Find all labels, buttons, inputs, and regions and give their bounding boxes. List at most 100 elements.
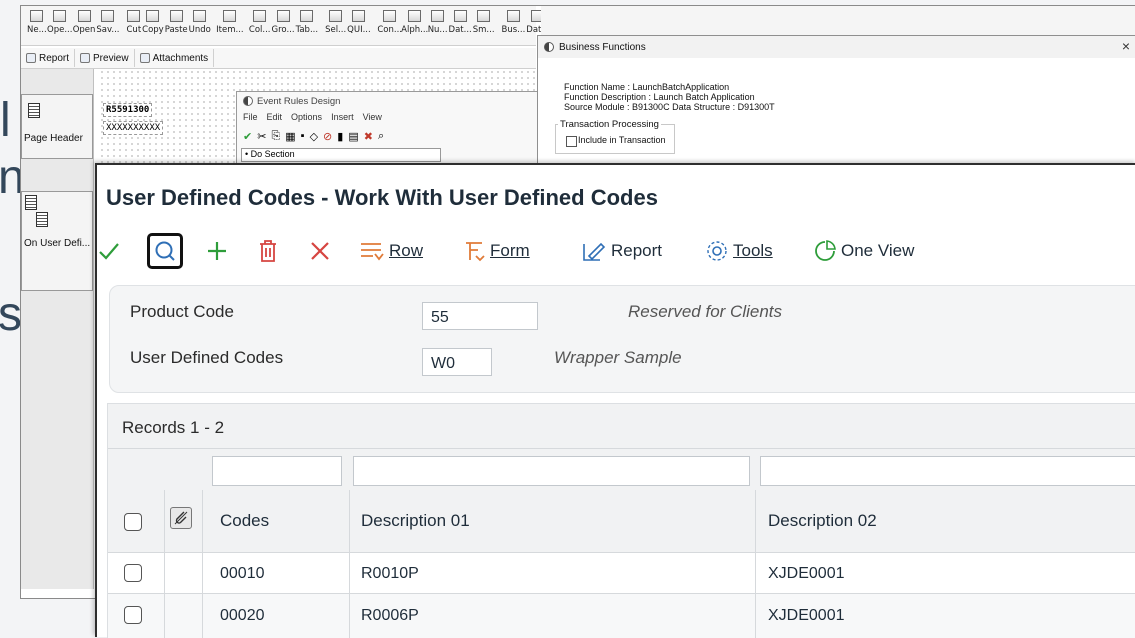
qbe-codes-filter[interactable]	[212, 456, 342, 486]
delete-button[interactable]	[257, 231, 279, 271]
toolbar-button[interactable]: Gro...	[272, 6, 295, 44]
cut-icon[interactable]: ✂	[257, 130, 266, 143]
qbe-description01-filter[interactable]	[353, 456, 750, 486]
menu-view[interactable]: View	[363, 112, 382, 126]
toolbar-button-label: Sel...	[325, 25, 347, 35]
attachments-icon	[139, 53, 150, 63]
one-view-menu[interactable]: One View	[813, 231, 914, 271]
include-transaction-checkbox[interactable]	[566, 136, 577, 147]
product-code-description: Reserved for Clients	[628, 302, 783, 321]
toolbar-button[interactable]: Ope...	[47, 6, 73, 44]
form-menu[interactable]: Form	[462, 231, 530, 271]
section-dropdown[interactable]: • Do Section	[241, 148, 441, 162]
find-button-frame	[147, 233, 183, 269]
tab-attachments[interactable]: Attachments	[135, 49, 215, 67]
search-icon[interactable]: ⌕	[378, 130, 384, 143]
toolbar-button-label: Alph...	[401, 25, 429, 35]
row-checkbox[interactable]	[124, 564, 142, 582]
toolbar-button[interactable]: Sm...	[473, 6, 495, 44]
menu-edit[interactable]: Edit	[267, 112, 283, 126]
tab-label: Attachments	[152, 52, 209, 64]
toolbar-button[interactable]: QUI...	[347, 6, 371, 44]
preview-icon	[80, 53, 91, 63]
row-menu[interactable]: Row	[359, 231, 423, 271]
row-checkbox[interactable]	[124, 606, 142, 624]
toolbar-button[interactable]: Ne...	[27, 6, 47, 44]
paste-icon[interactable]: ▦	[285, 130, 295, 143]
toolbar-button[interactable]: Bus...	[502, 6, 525, 44]
form-menu-icon	[466, 242, 485, 262]
toolbar-button[interactable]: Tab...	[296, 6, 318, 44]
toolbar-button-label: Ope...	[47, 25, 73, 35]
disable-icon[interactable]: ⊘	[323, 130, 332, 143]
qbe-description02-filter[interactable]	[760, 456, 1135, 486]
business-functions-titlebar: Business Functions ×	[538, 36, 1135, 58]
print-icon[interactable]: ▤	[348, 130, 358, 143]
cell-description01: R0010P	[361, 565, 419, 582]
column-header-description02[interactable]: Description 02	[768, 511, 877, 531]
slide-letter: l	[0, 94, 11, 147]
toolbar-button[interactable]: Nu...	[428, 6, 448, 44]
open-icon	[77, 10, 91, 22]
copy-icon[interactable]: ⎘	[271, 130, 280, 143]
toolbar-button-label: Gro...	[271, 25, 295, 35]
column-header-description01[interactable]: Description 01	[361, 511, 470, 531]
placeholder-field[interactable]: XXXXXXXXXX	[103, 121, 164, 135]
check-icon[interactable]: ✔	[243, 130, 252, 143]
find-button[interactable]	[147, 231, 183, 271]
attachment-column-header[interactable]	[170, 507, 192, 529]
menu-file[interactable]: File	[243, 112, 258, 126]
udc-grid: Records 1 - 2 Codes Description 01 Descr…	[107, 403, 1135, 638]
delete-icon[interactable]: ▮	[337, 130, 343, 143]
user-defined-section[interactable]: On User Defi...	[21, 191, 93, 291]
product-code-label: Product Code	[130, 302, 234, 321]
comment-icon[interactable]: ◇	[310, 130, 318, 143]
toolbar-button[interactable]: Con...	[377, 6, 402, 44]
toolbar-button[interactable]: Alph...	[401, 6, 429, 44]
toolbar-button[interactable]: Sel...	[325, 6, 346, 44]
toolbar-button[interactable]: Copy	[142, 6, 164, 44]
column-header-codes[interactable]: Codes	[220, 511, 269, 531]
menu-options[interactable]: Options	[291, 112, 322, 126]
udc-field[interactable]: W0	[422, 348, 492, 376]
toolbar-button[interactable]: Paste	[165, 6, 188, 44]
toolbar-button[interactable]: Open	[73, 6, 95, 44]
page-header-label: Page Header	[24, 133, 83, 144]
include-transaction-label: Include in Transaction	[578, 135, 666, 145]
close-icon[interactable]: ×	[1122, 38, 1130, 54]
form-menu-label: Form	[490, 241, 530, 261]
save-icon	[101, 10, 115, 22]
cell-description02: XJDE0001	[768, 607, 845, 624]
toolbar-button[interactable]: Sav...	[96, 6, 120, 44]
table-row[interactable]: 00010 R0010P XJDE0001	[108, 553, 1135, 593]
tab-preview[interactable]: Preview	[75, 49, 135, 67]
udc-description: Wrapper Sample	[554, 348, 682, 367]
report-menu[interactable]: Report	[581, 231, 662, 271]
report-id-field[interactable]: R5591300	[103, 103, 153, 117]
toolbar-button[interactable]: Col...	[249, 6, 271, 44]
date-icon	[453, 10, 467, 22]
table-row[interactable]: 00020 R0006P XJDE0001	[108, 594, 1135, 638]
constant-icon	[383, 10, 397, 22]
toolbar-button[interactable]: Dat...	[449, 6, 472, 44]
product-code-field[interactable]: 55	[422, 302, 538, 330]
menu-insert[interactable]: Insert	[331, 112, 354, 126]
form-label-text: Form	[490, 241, 530, 260]
toolbar-button[interactable]: Cut	[127, 6, 141, 44]
tab-report[interactable]: Report	[21, 49, 76, 67]
toolbar-button[interactable]: Item...	[216, 6, 244, 44]
page-header-section[interactable]: Page Header	[21, 94, 93, 159]
close-icon[interactable]: ✖	[364, 130, 373, 143]
new-icon	[30, 10, 44, 22]
tools-menu[interactable]: Tools	[705, 231, 773, 271]
toolbar-button[interactable]: Undo	[189, 6, 211, 44]
save-icon[interactable]: ▪	[301, 130, 305, 142]
query-icon	[352, 10, 366, 22]
close-button[interactable]	[309, 231, 331, 271]
add-button[interactable]	[205, 231, 229, 271]
column-separator	[202, 490, 203, 638]
cell-description02: XJDE0001	[768, 565, 845, 582]
ok-button[interactable]	[97, 231, 121, 271]
toolbar-button-label: Sav...	[96, 25, 120, 35]
select-all-checkbox[interactable]	[124, 513, 142, 531]
